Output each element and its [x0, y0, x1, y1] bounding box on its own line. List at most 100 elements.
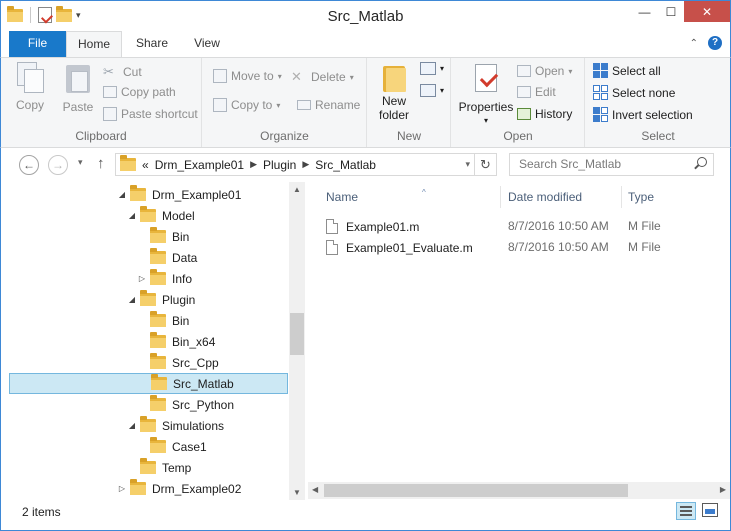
nav-scrollbar[interactable]: ▲ ▼	[289, 182, 305, 500]
main-area: ◢ Drm_Example01 ◢ Model Bin Data ▷ Info ◢ Plugin B…	[0, 182, 731, 500]
tab-share[interactable]: Share	[128, 31, 176, 57]
copy-to-button[interactable]: Copy to ▾	[213, 98, 280, 112]
edit-button[interactable]: Edit	[517, 85, 556, 99]
expand-icon[interactable]: ▷	[137, 274, 147, 283]
chevron-right-icon[interactable]: ▶	[250, 159, 257, 170]
tab-home[interactable]: Home	[66, 31, 122, 58]
copy-path-button[interactable]: Copy path	[103, 85, 176, 99]
chevron-down-icon[interactable]: ▾	[465, 159, 470, 170]
tree-item[interactable]: ▷ Info	[137, 268, 192, 289]
tab-view[interactable]: View	[181, 31, 233, 57]
column-header-date[interactable]: Date modified	[508, 182, 618, 210]
search-placeholder: Search Src_Matlab	[519, 157, 622, 171]
collapse-icon[interactable]: ◢	[127, 295, 137, 304]
open-label: Open	[535, 64, 565, 78]
tree-item[interactable]: Data	[137, 247, 197, 268]
help-icon[interactable]: ?	[708, 36, 722, 50]
collapse-icon[interactable]: ◢	[127, 211, 137, 220]
chevron-down-icon: ▾	[440, 64, 445, 73]
search-input[interactable]: Search Src_Matlab	[509, 153, 714, 176]
paste-shortcut-button[interactable]: Paste shortcut	[103, 107, 198, 121]
cut-button[interactable]: ✂ Cut	[103, 64, 142, 80]
invert-selection-button[interactable]: Invert selection	[593, 107, 693, 122]
breadcrumb-item[interactable]: Drm_Example01	[155, 158, 244, 172]
tree-item[interactable]: ◢ Drm_Example01	[117, 184, 241, 205]
select-all-icon	[593, 63, 608, 78]
move-to-label: Move to	[231, 69, 274, 83]
close-button[interactable]: ✕	[684, 1, 730, 22]
search-icon[interactable]	[697, 157, 707, 167]
forward-button[interactable]: →	[48, 155, 68, 175]
window-title: Src_Matlab	[327, 8, 404, 25]
tree-item-label: Case1	[172, 439, 207, 454]
divider[interactable]	[621, 186, 622, 208]
breadcrumb-item[interactable]: Plugin	[263, 158, 296, 172]
organize-group: Move to ▾ ✕ Delete ▾ Copy to ▾ Rename Or…	[203, 58, 367, 147]
tree-item[interactable]: ▷ Drm_Example02	[117, 478, 241, 499]
tree-item[interactable]: ◢ Simulations	[127, 415, 224, 436]
open-icon	[517, 65, 531, 77]
delete-button[interactable]: ✕ Delete ▾	[291, 69, 354, 85]
file-row[interactable]: Example01_Evaluate.m	[326, 237, 666, 258]
copy-button[interactable]: Copy	[13, 62, 47, 112]
address-bar[interactable]: « Drm_Example01 ▶ Plugin ▶ Src_Matlab ▾ …	[115, 153, 497, 176]
column-header-name[interactable]: Name ^	[326, 182, 496, 210]
up-button[interactable]: ↑	[97, 155, 105, 172]
group-label: Clipboard	[75, 129, 127, 143]
properties-button[interactable]: Properties ▾	[456, 62, 516, 125]
breadcrumb-overflow[interactable]: «	[142, 158, 149, 172]
tree-item[interactable]: Src_Python	[137, 394, 234, 415]
paste-button[interactable]: Paste	[59, 62, 97, 114]
tree-item[interactable]: ◢ Plugin	[127, 289, 195, 310]
tree-item-label: Bin	[172, 313, 190, 328]
tree-item[interactable]: Bin	[137, 310, 189, 331]
file-horizontal-scrollbar[interactable]: ◀ ▶	[308, 482, 730, 499]
scrollbar-thumb[interactable]	[290, 313, 304, 355]
folder-icon	[150, 311, 166, 327]
chevron-right-icon[interactable]: ▶	[720, 485, 726, 494]
recent-locations-icon[interactable]: ▾	[78, 157, 83, 168]
rename-button[interactable]: Rename	[297, 98, 360, 112]
chevron-down-icon[interactable]: ▼	[293, 488, 301, 497]
chevron-left-icon[interactable]: ◀	[312, 485, 318, 494]
tree-item[interactable]: Bin	[137, 226, 189, 247]
collapse-icon[interactable]: ◢	[117, 190, 127, 199]
minimize-button[interactable]: —	[631, 1, 658, 22]
breadcrumb-item[interactable]: Src_Matlab	[315, 158, 376, 172]
large-icons-view-icon[interactable]	[702, 503, 718, 517]
folder-icon	[130, 185, 146, 201]
chevron-up-icon[interactable]: ▲	[293, 185, 301, 194]
open-button[interactable]: Open ▾	[517, 64, 572, 78]
details-view-icon[interactable]	[676, 502, 696, 520]
group-label: Select	[641, 129, 675, 143]
tree-item[interactable]: Bin_x64	[137, 331, 215, 352]
divider[interactable]	[500, 186, 501, 208]
chevron-right-icon[interactable]: ▶	[302, 159, 309, 170]
back-button[interactable]: ←	[19, 155, 39, 175]
file-row[interactable]: Example01.m	[326, 216, 666, 237]
scrollbar-thumb[interactable]	[324, 484, 628, 497]
select-all-button[interactable]: Select all	[593, 63, 661, 78]
expand-icon[interactable]: ▷	[117, 484, 127, 493]
select-none-button[interactable]: Select none	[593, 85, 675, 100]
new-folder-button[interactable]: New folder	[374, 62, 414, 122]
tree-item[interactable]: Src_Matlab	[9, 373, 288, 394]
history-button[interactable]: History	[517, 107, 572, 121]
chevron-up-icon[interactable]: ⌃	[690, 38, 698, 49]
delete-label: Delete	[311, 70, 346, 84]
folder-icon	[150, 227, 166, 243]
file-type: M File	[628, 219, 661, 233]
copy-to-label: Copy to	[231, 98, 273, 112]
tab-file[interactable]: File	[9, 31, 66, 57]
tree-item[interactable]: Temp	[127, 457, 191, 478]
collapse-icon[interactable]: ◢	[127, 421, 137, 430]
move-to-button[interactable]: Move to ▾	[213, 69, 282, 83]
new-item-button[interactable]: ▾	[420, 62, 444, 75]
refresh-icon[interactable]: ↻	[474, 154, 496, 175]
column-header-type[interactable]: Type	[628, 182, 688, 210]
maximize-button[interactable]: ☐	[658, 1, 684, 22]
tree-item[interactable]: ◢ Model	[127, 205, 195, 226]
easy-access-button[interactable]: ▾	[420, 84, 444, 97]
tree-item[interactable]: Case1	[137, 436, 207, 457]
tree-item[interactable]: Src_Cpp	[137, 352, 219, 373]
